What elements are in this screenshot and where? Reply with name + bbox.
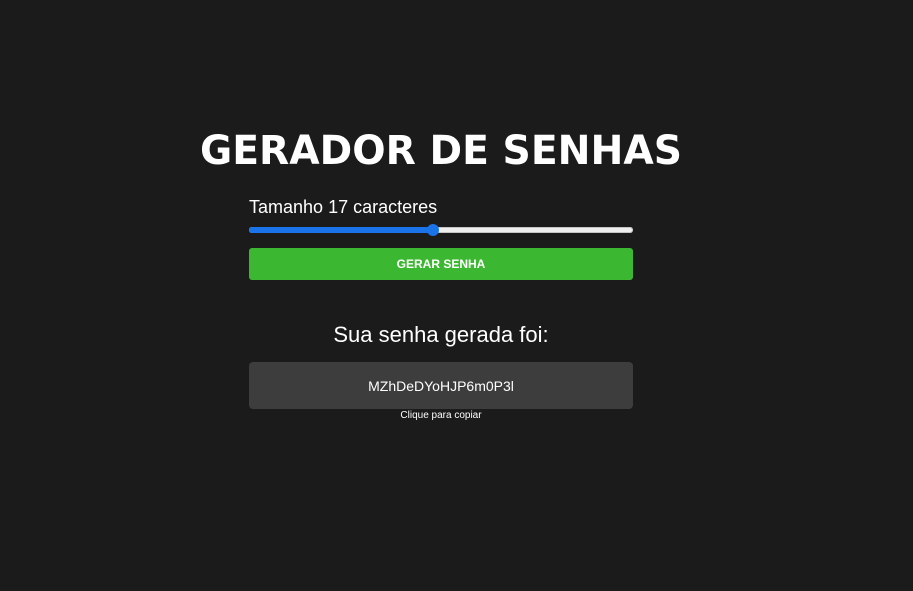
slider-fill — [249, 227, 434, 233]
result-title: Sua senha gerada foi: — [333, 322, 549, 347]
slider-thumb[interactable] — [427, 224, 440, 236]
length-slider[interactable] — [249, 224, 633, 236]
length-label: Tamanho 17 caracteres — [249, 196, 633, 218]
length-label-suffix: caracteres — [353, 197, 438, 217]
page: GERADOR DE SENHAS Tamanho 17 caracteres … — [0, 0, 913, 591]
generate-password-button[interactable]: GERAR SENHA — [249, 248, 633, 280]
generated-password[interactable]: MZhDeDYoHJP6m0P3l — [249, 362, 633, 409]
page-title: GERADOR DE SENHAS — [200, 128, 682, 174]
app-logo: GERADOR DE SENHAS — [200, 126, 684, 174]
copy-hint: Clique para copiar — [400, 410, 482, 421]
length-value: 17 — [328, 197, 349, 217]
length-label-prefix: Tamanho — [249, 197, 324, 217]
generator-panel: Tamanho 17 caracteres GERAR SENHA Sua se… — [249, 196, 633, 422]
